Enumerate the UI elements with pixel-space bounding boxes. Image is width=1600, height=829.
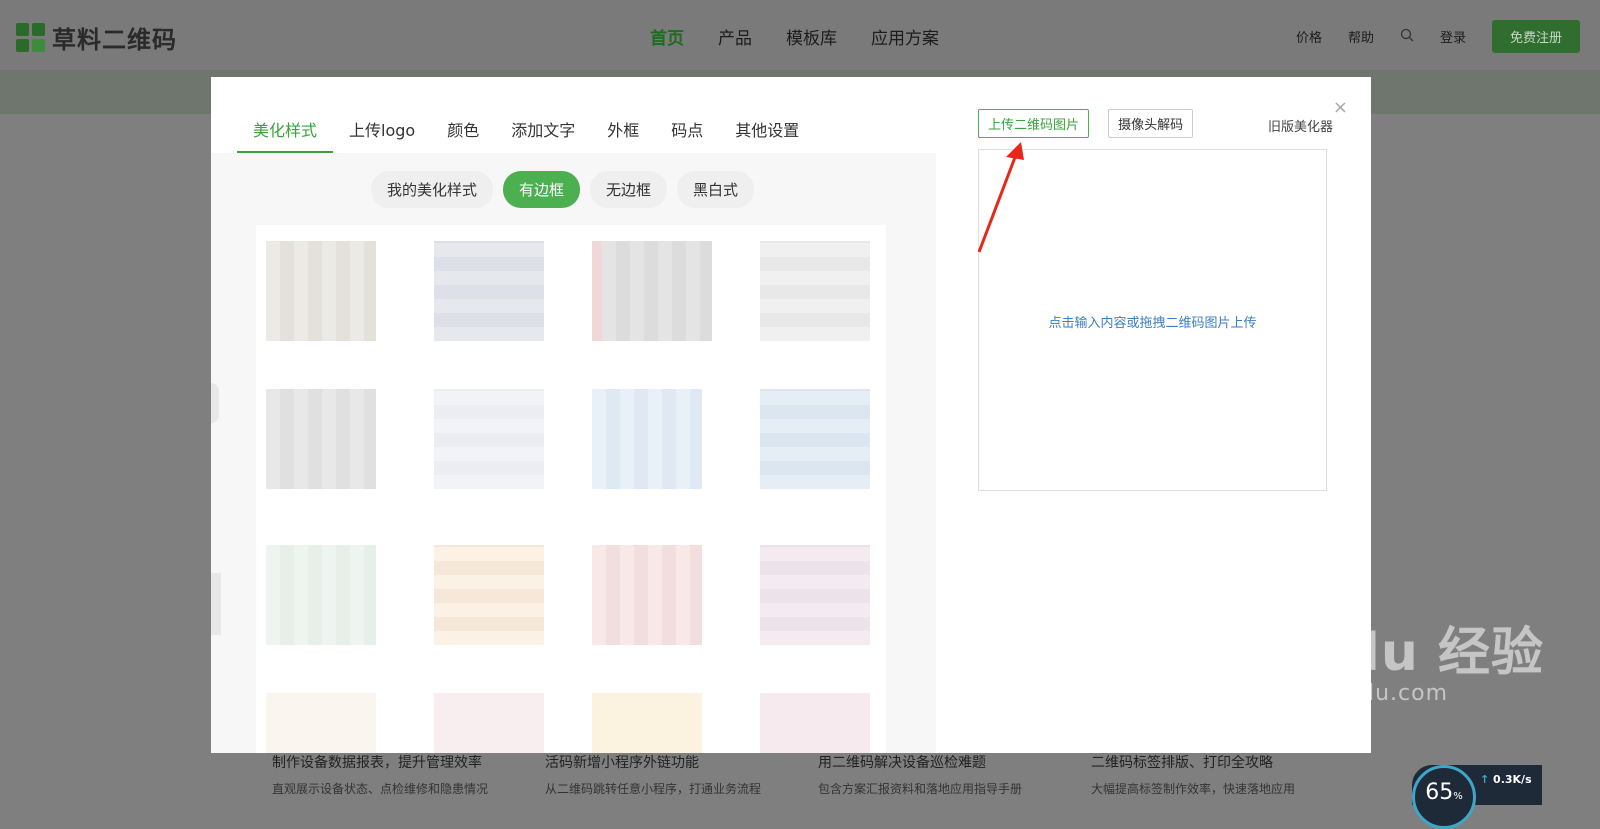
speed-percent: 65% [1412,765,1476,829]
style-thumbnail[interactable] [582,379,712,499]
style-thumbnail[interactable] [424,683,554,753]
style-thumbnail[interactable] [256,535,386,655]
nav-price[interactable]: 价格 [1296,27,1322,46]
subtab-no-frame[interactable]: 无边框 [590,171,668,208]
subtab-with-frame[interactable]: 有边框 [503,171,581,208]
baidu-jingyan-watermark: Bai du 经验 jingyan.baidu.com [1228,610,1544,706]
site-logo[interactable]: 草料二维码 [16,20,177,55]
upload-arrow-icon: ↑ [1480,773,1494,786]
tab-color[interactable]: 颜色 [431,117,495,153]
tab-frame[interactable]: 外框 [591,117,655,153]
nav-login[interactable]: 登录 [1440,27,1466,46]
bottom-card-title: 用二维码解决设备巡检难题 [818,755,986,771]
style-thumbnail[interactable] [424,379,554,499]
upload-qr-button[interactable]: 上传二维码图片 [978,109,1090,138]
style-thumbnail[interactable] [256,683,386,753]
style-thumbnail[interactable] [750,379,880,499]
scroll-handle[interactable] [211,383,219,423]
style-panel: 我的美化样式 有边框 无边框 黑白式 [211,153,936,753]
main-nav: 首页 产品 模板库 应用方案 [650,24,939,49]
style-thumbnail[interactable] [750,231,880,351]
tab-beautify-style[interactable]: 美化样式 [237,117,334,153]
search-icon[interactable] [1400,28,1414,46]
style-thumbnail[interactable] [256,231,386,351]
nav-products[interactable]: 产品 [718,24,752,49]
style-thumbnail[interactable] [256,379,386,499]
style-thumbnail[interactable] [750,683,880,753]
tab-add-text[interactable]: 添加文字 [495,117,591,153]
nav-templates[interactable]: 模板库 [786,24,837,49]
bottom-card-desc: 从二维码跳转任意小程序，打通业务流程 [545,782,762,796]
tab-other-settings[interactable]: 其他设置 [719,117,815,153]
bottom-card-title: 活码新增小程序外链功能 [545,755,699,771]
red-arrow-annotation [977,142,1024,253]
subtab-my-styles[interactable]: 我的美化样式 [371,171,494,208]
style-thumbnail[interactable] [424,535,554,655]
style-thumbnail[interactable] [582,535,712,655]
side-tab-handle[interactable] [211,573,221,635]
nav-home[interactable]: 首页 [650,24,684,49]
right-nav: 价格 帮助 登录 免费注册 [1296,20,1580,53]
style-thumbnail[interactable] [582,231,712,351]
logo-icon [16,22,46,53]
tab-upload-logo[interactable]: 上传logo [333,117,431,153]
beautify-modal: × 美化样式 上传logo 颜色 添加文字 外框 码点 其他设置 我的美化样式 … [211,77,1371,753]
tab-dots[interactable]: 码点 [655,117,719,153]
style-thumbnail-grid [256,225,886,753]
style-subtabs: 我的美化样式 有边框 无边框 黑白式 [371,171,755,208]
logo-text: 草料二维码 [52,26,177,54]
bottom-card-desc: 直观展示设备状态、点检维修和隐患情况 [272,782,489,796]
site-header: 草料二维码 首页 产品 模板库 应用方案 价格 帮助 登录 免费注册 [0,0,1600,71]
nav-solutions[interactable]: 应用方案 [871,24,939,49]
speed-widget[interactable]: 65% ↑ 0.3K/s [1412,765,1542,829]
style-thumbnail[interactable] [582,683,712,753]
speed-rate: ↑ 0.3K/s [1480,773,1532,786]
camera-decode-button[interactable]: 摄像头解码 [1108,109,1194,138]
close-icon[interactable]: × [1333,97,1348,118]
watermark-brand: Bai du 经验 [1228,623,1544,683]
upload-panel: 上传二维码图片 摄像头解码 旧版美化器 点击输入内容或拖拽二维码图片上传 [978,109,1333,491]
bottom-card-desc: 大幅提高标签制作效率，快速落地应用 [1091,782,1296,796]
signup-button[interactable]: 免费注册 [1491,20,1580,53]
subtab-black-white[interactable]: 黑白式 [677,171,755,208]
style-tabs: 美化样式 上传logo 颜色 添加文字 外框 码点 其他设置 [237,117,815,153]
style-thumbnail[interactable] [750,535,880,655]
bottom-card-desc: 包含方案汇报资料和落地应用指导手册 [818,782,1023,796]
bottom-card-title: 制作设备数据报表，提升管理效率 [272,755,482,771]
style-thumbnail[interactable] [424,231,554,351]
bottom-card-title: 二维码标签排版、打印全攻略 [1091,755,1273,771]
nav-help[interactable]: 帮助 [1348,27,1374,46]
old-beautifier-link[interactable]: 旧版美化器 [1268,116,1333,135]
upload-hint: 点击输入内容或拖拽二维码图片上传 [1048,316,1257,331]
